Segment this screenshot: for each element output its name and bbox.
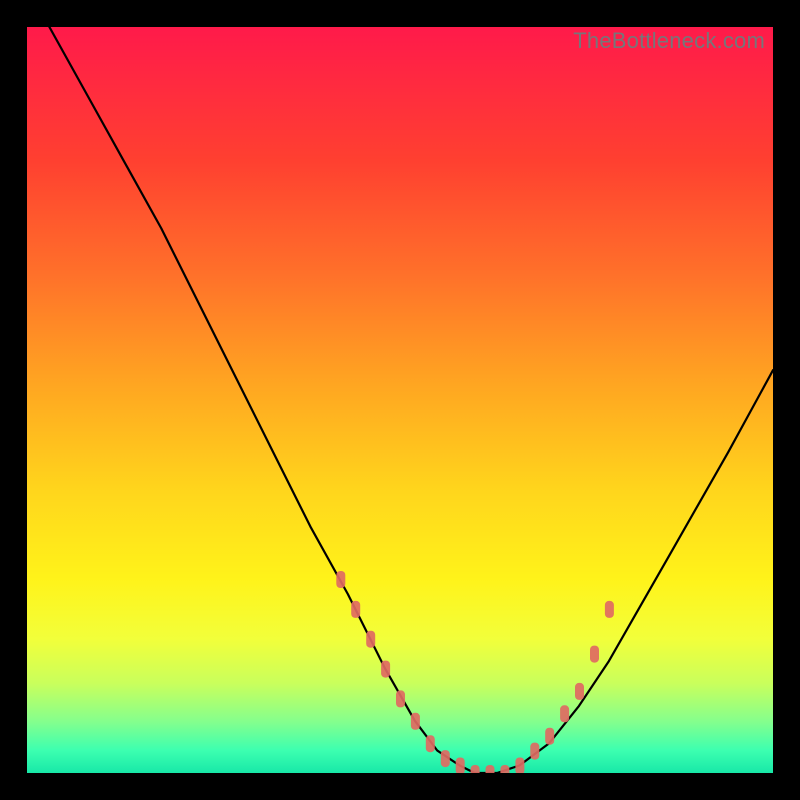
forecast-dot [471, 765, 480, 773]
forecast-dot [336, 571, 345, 588]
forecast-dot [605, 601, 614, 618]
forecast-dot [545, 728, 554, 745]
forecast-dot [590, 646, 599, 663]
bottleneck-curve-path [49, 27, 773, 773]
forecast-dot [456, 758, 465, 774]
forecast-dot [426, 735, 435, 752]
chart-svg [27, 27, 773, 773]
forecast-dot [441, 750, 450, 767]
forecast-dot [381, 661, 390, 678]
forecast-dot [351, 601, 360, 618]
chart-container: TheBottleneck.com [0, 0, 800, 800]
forecast-dot [411, 713, 420, 730]
forecast-dot [366, 631, 375, 648]
forecast-dot [515, 758, 524, 774]
forecast-dot [575, 683, 584, 700]
plot-area: TheBottleneck.com [27, 27, 773, 773]
forecast-dot [396, 690, 405, 707]
forecast-dot [560, 705, 569, 722]
forecast-dot [486, 765, 495, 773]
forecast-dot [530, 743, 539, 760]
forecast-dot [500, 765, 509, 773]
